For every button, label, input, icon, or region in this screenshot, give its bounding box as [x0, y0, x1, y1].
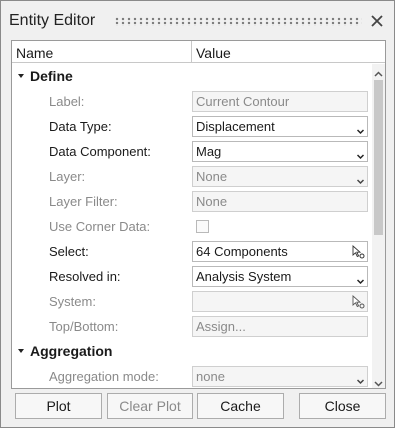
column-header: Name Value	[12, 41, 385, 63]
group-label: Define	[30, 68, 73, 84]
field-value: none	[196, 369, 225, 384]
entity-editor-window: Entity Editor Name Value Define Label: C…	[0, 0, 395, 428]
window-title: Entity Editor	[9, 12, 96, 29]
close-icon[interactable]	[369, 13, 385, 29]
vertical-scrollbar[interactable]	[372, 64, 385, 388]
collapse-icon[interactable]	[18, 74, 24, 78]
cache-button[interactable]: Cache	[197, 393, 284, 419]
field-name: Select:	[49, 244, 89, 259]
row-select: Select: 64 Components	[12, 239, 372, 264]
group-define[interactable]: Define	[12, 64, 372, 89]
chevron-down-icon[interactable]	[356, 148, 365, 160]
chevron-down-icon[interactable]	[356, 123, 365, 135]
data-type-select[interactable]: Displacement	[192, 116, 368, 137]
property-panel: Name Value Define Label: Current Contour…	[11, 40, 386, 389]
group-aggregation[interactable]: Aggregation	[12, 339, 372, 364]
field-name: Aggregation mode:	[49, 369, 159, 384]
field-name: Layer:	[49, 169, 86, 184]
close-button[interactable]: Close	[299, 393, 386, 419]
field-name: Top/Bottom:	[49, 319, 119, 334]
data-component-select[interactable]: Mag	[192, 141, 368, 162]
field-name: Data Component:	[49, 144, 151, 159]
layer-select: None	[192, 166, 368, 187]
row-aggregation-mode: Aggregation mode: none	[12, 364, 372, 388]
collapse-icon[interactable]	[18, 349, 24, 353]
aggregation-mode-select: none	[192, 366, 368, 387]
field-value: Assign...	[196, 319, 246, 334]
column-header-value[interactable]: Value	[196, 45, 231, 61]
field-value: 64 Components	[196, 244, 288, 259]
title-bar[interactable]: Entity Editor	[1, 1, 394, 37]
property-rows: Define Label: Current Contour Data Type:…	[12, 64, 372, 388]
scroll-down-icon[interactable]	[374, 376, 383, 387]
clear-plot-button: Clear Plot	[107, 393, 193, 419]
system-field	[192, 291, 368, 312]
row-top-bottom: Top/Bottom: Assign...	[12, 314, 372, 339]
layer-filter-field: None	[192, 191, 368, 212]
chevron-down-icon[interactable]	[356, 273, 365, 285]
scroll-up-icon[interactable]	[374, 67, 383, 77]
field-name: Use Corner Data:	[49, 219, 151, 234]
field-value: Mag	[196, 144, 222, 159]
top-bottom-field: Assign...	[192, 316, 368, 337]
row-layer: Layer: None	[12, 164, 372, 189]
chevron-down-icon	[356, 173, 365, 185]
row-system: System:	[12, 289, 372, 314]
field-value: Analysis System	[196, 269, 292, 284]
field-value: None	[196, 194, 228, 209]
field-name: Resolved in:	[49, 269, 121, 284]
button-bar: Plot Clear Plot Cache Close	[1, 392, 394, 422]
entity-picker-icon	[351, 295, 365, 309]
field-value: Displacement	[196, 119, 275, 134]
group-label: Aggregation	[30, 343, 113, 359]
field-name: System:	[49, 294, 96, 309]
label-field: Current Contour	[192, 91, 368, 112]
field-value: None	[196, 169, 228, 184]
column-separator[interactable]	[191, 41, 192, 62]
use-corner-data-checkbox[interactable]	[196, 220, 209, 233]
drag-grip[interactable]	[114, 17, 362, 26]
field-name: Layer Filter:	[49, 194, 118, 209]
row-resolved-in: Resolved in: Analysis System	[12, 264, 372, 289]
field-value: Current Contour	[196, 94, 290, 109]
chevron-down-icon	[356, 373, 365, 385]
row-label: Label: Current Contour	[12, 89, 372, 114]
column-header-name[interactable]: Name	[16, 45, 53, 61]
row-data-component: Data Component: Mag	[12, 139, 372, 164]
row-layer-filter: Layer Filter: None	[12, 189, 372, 214]
plot-button[interactable]: Plot	[15, 393, 102, 419]
entity-picker-icon[interactable]	[351, 245, 365, 259]
row-data-type: Data Type: Displacement	[12, 114, 372, 139]
row-use-corner-data: Use Corner Data:	[12, 214, 372, 239]
field-name: Data Type:	[49, 119, 112, 134]
select-field[interactable]: 64 Components	[192, 241, 368, 262]
resolved-in-select[interactable]: Analysis System	[192, 266, 368, 287]
field-name: Label:	[49, 94, 85, 109]
scrollbar-thumb[interactable]	[374, 80, 383, 235]
